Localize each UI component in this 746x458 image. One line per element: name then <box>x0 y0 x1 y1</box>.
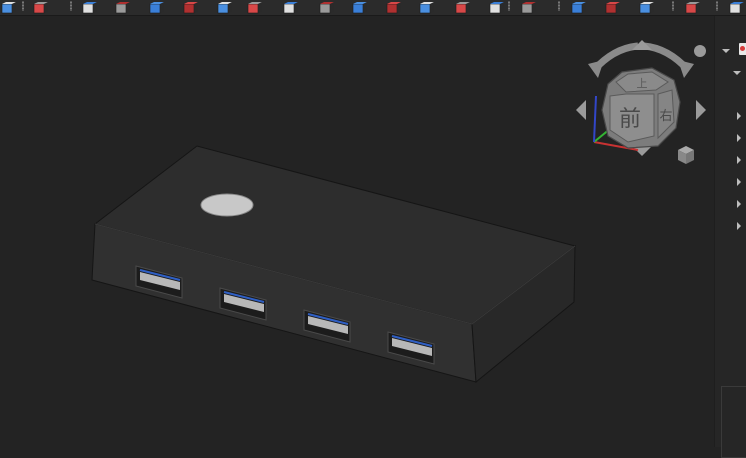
box-primitive-icon[interactable] <box>114 0 130 14</box>
view-window-icon[interactable] <box>684 0 700 14</box>
tree-arrow-6[interactable] <box>737 222 741 230</box>
toolbar-separator <box>70 1 72 11</box>
pocket-icon[interactable] <box>418 0 434 14</box>
navigation-cube[interactable]: 上 前 右 <box>570 38 714 184</box>
revolution-icon[interactable] <box>148 0 164 14</box>
drawing-view-icon[interactable] <box>570 0 586 14</box>
mirror-icon[interactable] <box>182 0 198 14</box>
toolbar-separator <box>716 1 718 11</box>
nav-left-arrow[interactable] <box>576 100 586 120</box>
sheet-metal-icon[interactable] <box>246 0 262 14</box>
tree-arrow-2[interactable] <box>737 134 741 142</box>
solid-box-icon[interactable] <box>638 0 654 14</box>
align-icon[interactable] <box>488 0 504 14</box>
navcube-menu-dot[interactable] <box>694 45 706 57</box>
property-panel <box>721 386 746 458</box>
tree-arrow-4[interactable] <box>737 178 741 186</box>
navcube-right-label: 右 <box>659 109 672 124</box>
tree-arrow-3[interactable] <box>737 156 741 164</box>
small-view-cube-icon[interactable] <box>678 146 694 164</box>
navcube-front-label: 前 <box>619 107 641 132</box>
tree-arrow-1[interactable] <box>737 112 741 120</box>
red-part-icon[interactable] <box>385 0 401 14</box>
combo-view-panel <box>714 16 746 458</box>
page-icon[interactable] <box>454 0 470 14</box>
3d-viewport[interactable]: 上 前 右 <box>0 16 714 447</box>
part-design-icon[interactable] <box>32 0 48 14</box>
boolean-cut-icon[interactable] <box>318 0 334 14</box>
toolbar-separator <box>672 1 674 11</box>
face-extrude-icon[interactable] <box>351 0 367 14</box>
sketch-new-icon[interactable] <box>81 0 97 14</box>
nav-right-arrow[interactable] <box>696 100 706 120</box>
tree-arrow-5[interactable] <box>737 200 741 208</box>
expand-arrow-2[interactable] <box>733 71 741 75</box>
chamfer-icon[interactable] <box>282 0 298 14</box>
navcube-top-label: 上 <box>637 77 648 90</box>
stereo-view-icon[interactable] <box>0 0 16 14</box>
bounding-box-icon[interactable] <box>216 0 232 14</box>
plant-macro-icon[interactable] <box>604 0 620 14</box>
panel-icon[interactable] <box>739 43 746 55</box>
toolbar-separator <box>22 1 24 11</box>
toolbar-separator <box>558 1 560 11</box>
toolbar-separator <box>508 1 510 11</box>
layers-icon[interactable] <box>520 0 536 14</box>
main-toolbar <box>0 0 746 16</box>
expand-arrow-1[interactable] <box>722 49 730 53</box>
power-button[interactable] <box>200 193 254 217</box>
sphere-view-icon[interactable] <box>728 0 744 14</box>
